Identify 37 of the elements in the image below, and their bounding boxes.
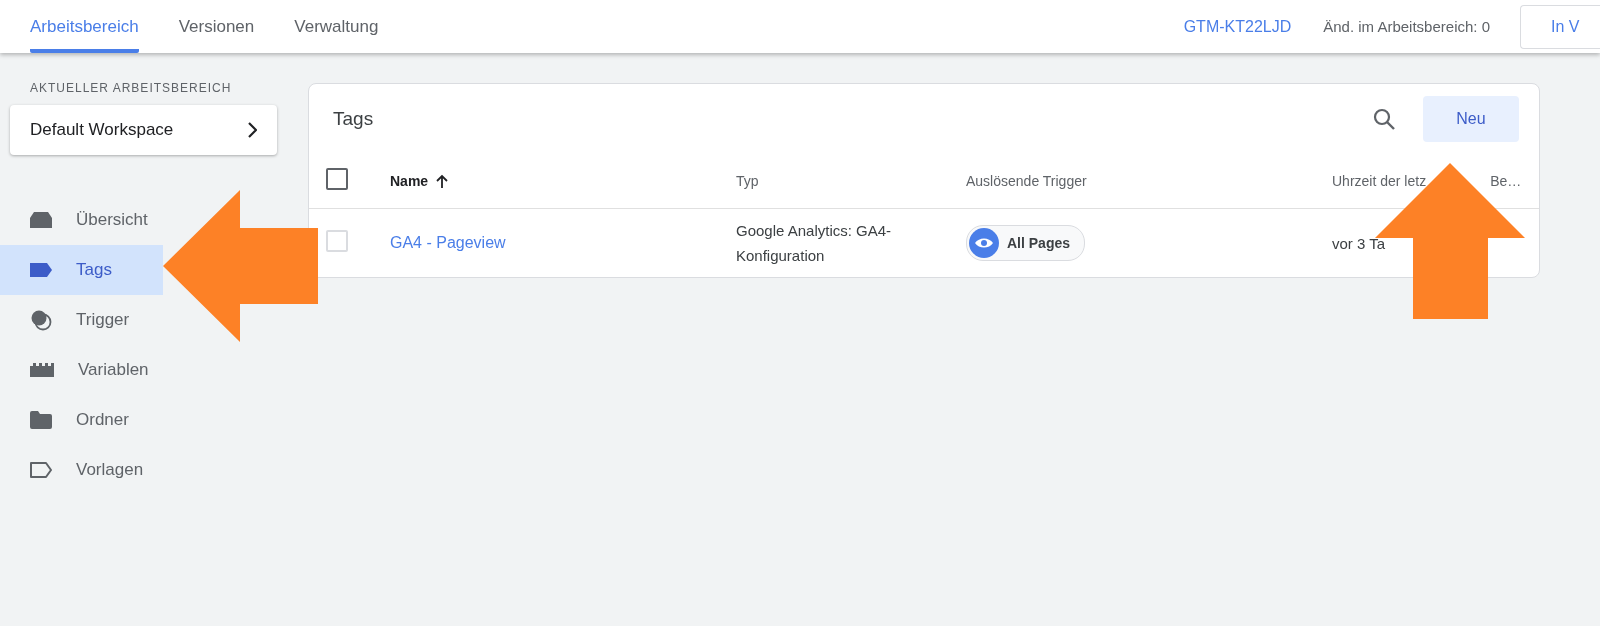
trigger-chip[interactable]: All Pages <box>966 225 1086 261</box>
tag-name-link[interactable]: GA4 - Pageview <box>390 234 736 252</box>
column-header[interactable]: Auslösende Trigger <box>966 173 1332 189</box>
folder-icon <box>30 411 52 429</box>
sidebar-item[interactable]: Ordner <box>0 395 163 445</box>
tag-icon <box>30 263 52 277</box>
arrow-up-icon <box>436 174 449 188</box>
sidebar-item[interactable]: Vorlagen <box>0 445 163 495</box>
preview-button[interactable]: In V <box>1520 4 1600 49</box>
chevron-right-icon <box>247 122 257 138</box>
sidebar-item[interactable]: Übersicht <box>0 195 163 245</box>
tag-outline-icon <box>30 462 52 478</box>
last-edited-time: vor 3 Ta <box>1332 233 1386 254</box>
tag-type: Google Analytics: GA4-Konfiguration <box>736 221 893 266</box>
container-id-link[interactable]: GTM-KT22LJD <box>1183 17 1292 36</box>
sidebar-item[interactable]: Trigger <box>0 295 163 345</box>
nav-tab[interactable]: Arbeitsbereich <box>30 0 139 53</box>
brick-icon <box>30 363 54 377</box>
column-header[interactable]: Uhrzeit der letz <box>1332 173 1427 189</box>
sidebar-item[interactable]: Variablen <box>0 345 163 395</box>
column-header[interactable]: Name <box>390 173 736 189</box>
column-header[interactable]: Be… <box>1490 173 1522 189</box>
card-title: Tags <box>333 108 375 130</box>
tray-icon <box>30 212 52 228</box>
sidebar-item[interactable]: Tags <box>0 245 163 295</box>
nav-tab[interactable]: Verwaltung <box>294 0 379 53</box>
select-all-checkbox[interactable] <box>326 168 348 190</box>
changes-count: Änd. im Arbeitsbereich: 0 <box>1323 18 1490 35</box>
search-icon[interactable] <box>1373 108 1395 130</box>
row-checkbox[interactable] <box>326 230 348 252</box>
nav-tab[interactable]: Versionen <box>178 0 255 53</box>
column-header[interactable]: Typ <box>736 173 966 189</box>
eye-icon <box>969 228 999 258</box>
workspace-selector[interactable]: Default Workspace <box>10 105 277 155</box>
new-button[interactable]: Neu <box>1423 96 1519 142</box>
section-label: AKTUELLER ARBEITSBEREICH <box>29 81 233 95</box>
circles-icon <box>30 309 52 331</box>
